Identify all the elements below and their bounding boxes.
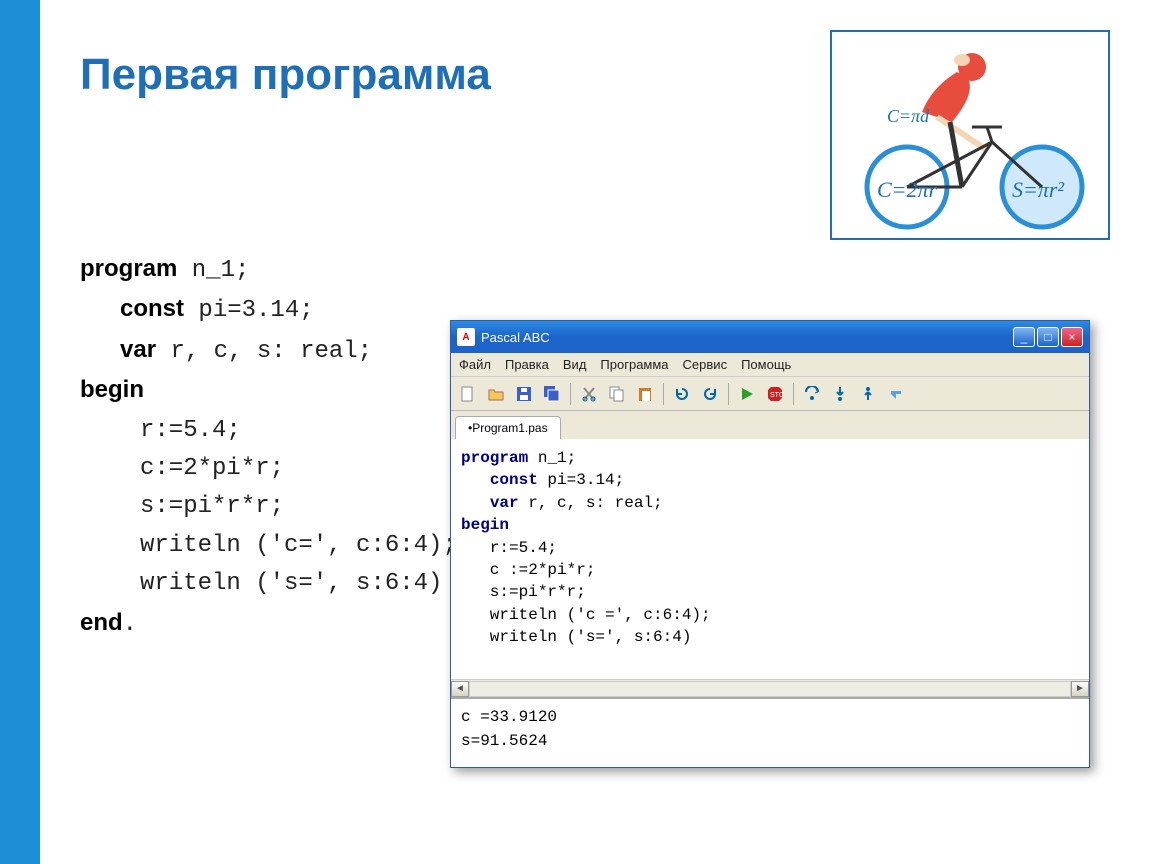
code-editor[interactable]: program n_1; const pi=3.14; var r, c, s:… (451, 439, 1089, 679)
menubar: Файл Правка Вид Программа Сервис Помощь (451, 353, 1089, 377)
editor-line: writeln ('c =', c:6:4); (461, 604, 1079, 626)
paste-icon[interactable] (632, 381, 658, 407)
output-line-1: c =33.9120 (461, 705, 1079, 729)
app-icon: A (457, 328, 475, 346)
formula-spr2: S=πr² (1012, 177, 1064, 202)
save-icon[interactable] (511, 381, 537, 407)
editor-line: writeln ('s=', s:6:4) (461, 626, 1079, 648)
editor-line: c :=2*pi*r; (461, 559, 1079, 581)
save-all-icon[interactable] (539, 381, 565, 407)
editor-line: s:=pi*r*r; (461, 581, 1079, 603)
step-out-icon[interactable] (855, 381, 881, 407)
scroll-left-icon[interactable]: ◄ (451, 681, 469, 697)
svg-text:STOP: STOP (770, 392, 783, 399)
editor-tabs: •Program1.pas (451, 411, 1089, 439)
step-over-icon[interactable] (799, 381, 825, 407)
menu-view[interactable]: Вид (563, 357, 587, 372)
menu-edit[interactable]: Правка (505, 357, 549, 372)
step-into-icon[interactable] (827, 381, 853, 407)
output-line-2: s=91.5624 (461, 729, 1079, 753)
stop-icon[interactable]: STOP (762, 381, 788, 407)
cyclist-illustration: C=πd C=2πr S=πr² (830, 30, 1110, 240)
close-button[interactable]: × (1061, 327, 1083, 347)
formula-cpd: C=πd (887, 106, 930, 126)
menu-program[interactable]: Программа (600, 357, 668, 372)
redo-icon[interactable] (697, 381, 723, 407)
undo-icon[interactable] (669, 381, 695, 407)
toolbar: STOP (451, 377, 1089, 411)
run-icon[interactable] (734, 381, 760, 407)
editor-line: const pi=3.14; (461, 469, 1079, 491)
horizontal-scrollbar[interactable]: ◄ ► (451, 679, 1089, 697)
menu-file[interactable]: Файл (459, 357, 491, 372)
scroll-track[interactable] (469, 681, 1071, 697)
cut-icon[interactable] (576, 381, 602, 407)
slide-accent-bar (0, 0, 40, 864)
scroll-right-icon[interactable]: ► (1071, 681, 1089, 697)
editor-line: r:=5.4; (461, 537, 1079, 559)
new-icon[interactable] (455, 381, 481, 407)
menu-help[interactable]: Помощь (741, 357, 791, 372)
maximize-button[interactable]: □ (1037, 327, 1059, 347)
slide-title: Первая программа (80, 50, 491, 100)
minimize-button[interactable]: _ (1013, 327, 1035, 347)
copy-icon[interactable] (604, 381, 630, 407)
window-titlebar[interactable]: A Pascal ABC _ □ × (451, 321, 1089, 353)
slide-code-listing: program n_1; const pi=3.14; var r, c, s:… (80, 250, 457, 644)
breakpoint-icon[interactable] (883, 381, 909, 407)
tab-program1[interactable]: •Program1.pas (455, 416, 561, 439)
editor-line: program n_1; (461, 447, 1079, 469)
editor-line: begin (461, 514, 1079, 536)
menu-service[interactable]: Сервис (683, 357, 728, 372)
output-pane: c =33.9120 s=91.5624 (451, 697, 1089, 767)
pascal-abc-window: A Pascal ABC _ □ × Файл Правка Вид Прогр… (450, 320, 1090, 768)
editor-line: var r, c, s: real; (461, 492, 1079, 514)
window-title: Pascal ABC (481, 330, 550, 345)
open-icon[interactable] (483, 381, 509, 407)
formula-c2pr: C=2πr (877, 177, 938, 202)
